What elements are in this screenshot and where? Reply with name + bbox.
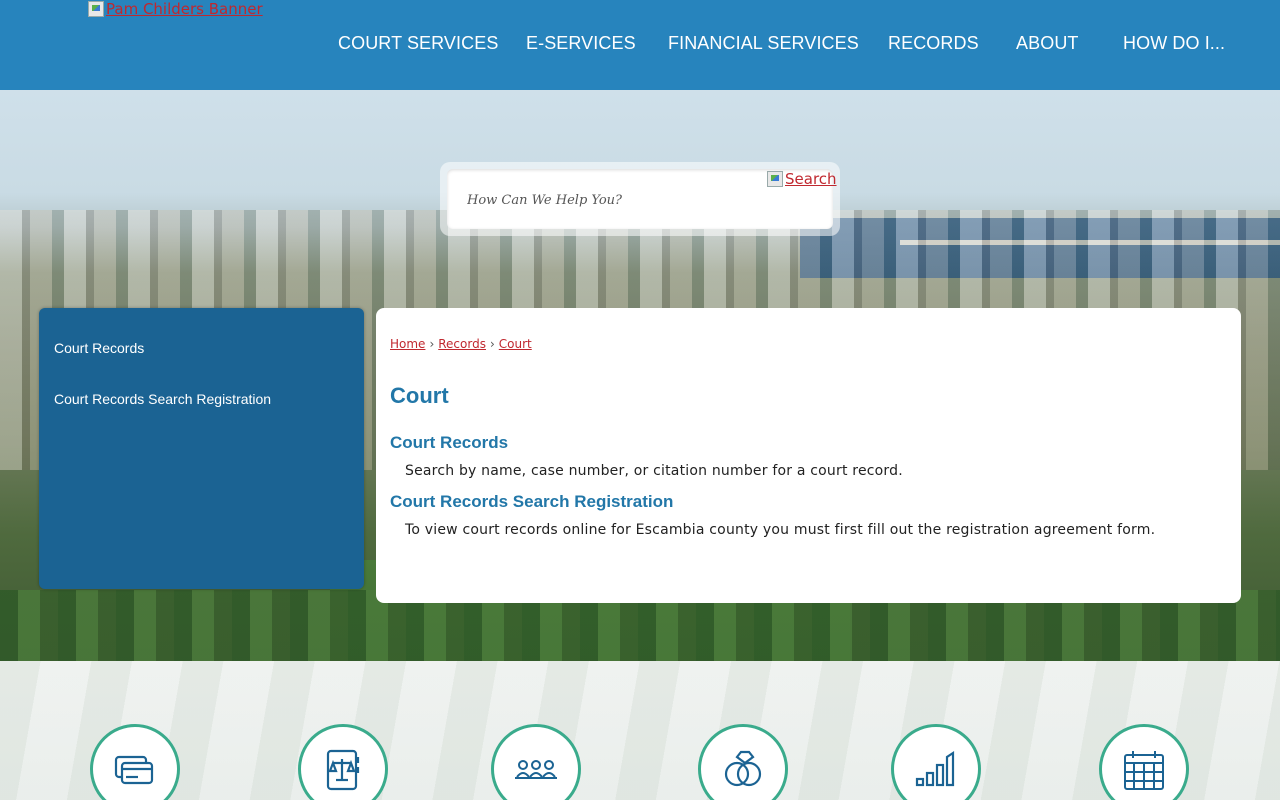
sidebar-item-court-records-search-registration[interactable]: Court Records Search Registration xyxy=(54,391,271,407)
nav-how-do-i[interactable]: HOW DO I... xyxy=(1123,33,1225,54)
scales-book-icon xyxy=(326,749,360,791)
site-header: Pam Childers Banner COURT SERVICES E-SER… xyxy=(0,0,1280,90)
quick-link-statistics[interactable] xyxy=(891,724,981,800)
section-link-court-records[interactable]: Court Records xyxy=(390,433,508,453)
rings-icon xyxy=(724,750,762,787)
nav-e-services[interactable]: E-SERVICES xyxy=(526,33,636,54)
nav-court-services[interactable]: COURT SERVICES xyxy=(338,33,498,54)
quick-links-band xyxy=(0,661,1280,800)
search-icon xyxy=(767,171,783,187)
search-button[interactable]: Search xyxy=(767,170,837,188)
page-title: Court xyxy=(390,383,449,408)
calendar-icon xyxy=(1124,751,1164,790)
quick-link-payments[interactable] xyxy=(90,724,180,800)
search-button-alt: Search xyxy=(785,170,837,188)
breadcrumb: Home › Records › Court xyxy=(390,337,532,351)
section-link-court-records-search-registration[interactable]: Court Records Search Registration xyxy=(390,492,673,512)
search-box: Search xyxy=(447,169,837,229)
quick-link-court[interactable] xyxy=(298,724,388,800)
breadcrumb-court[interactable]: Court xyxy=(499,337,532,351)
nav-records[interactable]: RECORDS xyxy=(888,33,979,54)
quick-link-marriage[interactable] xyxy=(698,724,788,800)
section-description: Search by name, case number, or citation… xyxy=(405,463,903,479)
jury-icon xyxy=(515,760,557,779)
banner-alt-text: Pam Childers Banner xyxy=(106,0,263,18)
sidebar-item-court-records[interactable]: Court Records xyxy=(54,340,144,356)
main-content: Home › Records › Court Court Court Records S… xyxy=(376,308,1241,603)
bar-chart-icon xyxy=(915,750,955,787)
credit-card-icon xyxy=(114,755,154,785)
search-panel: Search xyxy=(440,162,840,236)
section-description: To view court records online for Escambi… xyxy=(405,522,1156,538)
search-input[interactable] xyxy=(467,189,757,211)
broken-image-icon xyxy=(88,1,104,17)
banner-logo-link[interactable]: Pam Childers Banner xyxy=(88,0,263,18)
breadcrumb-home[interactable]: Home xyxy=(390,337,425,351)
breadcrumb-records[interactable]: Records xyxy=(438,337,486,351)
nav-financial-services[interactable]: FINANCIAL SERVICES xyxy=(668,33,859,54)
breadcrumb-separator: › xyxy=(489,337,495,351)
quick-link-calendar[interactable] xyxy=(1099,724,1189,800)
nav-about[interactable]: ABOUT xyxy=(1016,33,1079,54)
breadcrumb-separator: › xyxy=(429,337,435,351)
quick-link-jury[interactable] xyxy=(491,724,581,800)
sidebar-nav: Court Records Court Records Search Regis… xyxy=(39,308,364,589)
